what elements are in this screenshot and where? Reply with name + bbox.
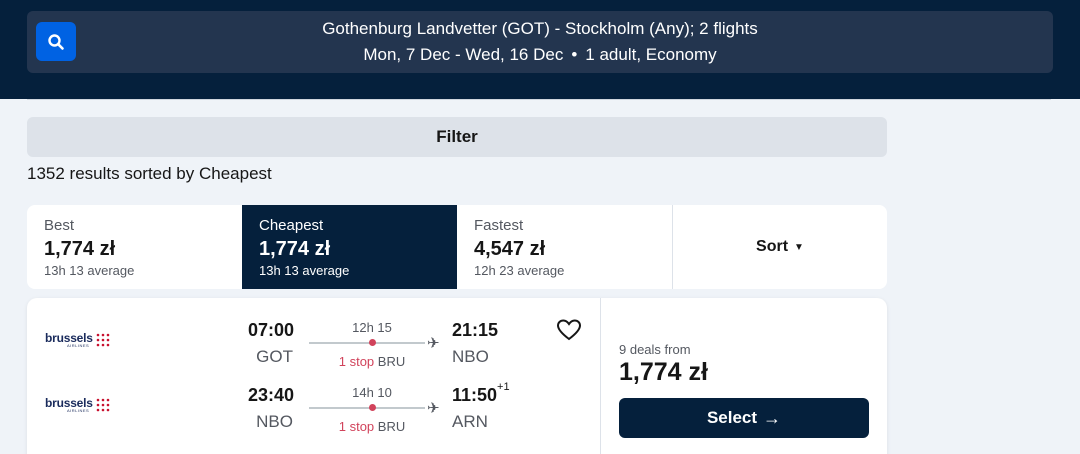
chevron-down-icon: ▼ [794, 241, 804, 253]
date-range: Mon, 7 Dec - Wed, 16 Dec [363, 45, 564, 64]
flight-duration: 12h 15 [352, 320, 392, 335]
arrival-airport: ARN [452, 412, 488, 431]
stop-airport: BRU [377, 419, 406, 434]
sort-button[interactable]: Sort ▼ [672, 205, 887, 289]
brussels-logo-icon [96, 333, 110, 347]
heart-icon[interactable] [556, 318, 582, 342]
arrival-time: 21:15 [452, 320, 498, 341]
flight-duration: 14h 10 [352, 385, 392, 400]
route-line [309, 342, 425, 344]
tab-average: 13h 13 average [44, 263, 135, 278]
return-leg: brussels AIRLINES 23:40 NBO 14h 10 ✈ 1 s… [27, 363, 600, 434]
flight-result-card[interactable]: brussels AIRLINES 07:00 GOT 12h 15 ✈ 1 s… [27, 298, 887, 454]
search-summary[interactable]: Gothenburg Landvetter (GOT) - Stockholm … [27, 11, 1053, 73]
card-divider [600, 298, 601, 454]
airline-sub: AIRLINES [67, 408, 90, 413]
tab-price: 1,774 zł [259, 238, 331, 260]
arrival-time-value: 21:15 [452, 320, 499, 340]
airline-logo: brussels AIRLINES [45, 331, 113, 349]
tab-label: Fastest [474, 217, 524, 234]
stop-marker [369, 339, 376, 346]
tab-price: 4,547 zł [474, 238, 546, 260]
results-summary: 1352 results sorted by Cheapest [27, 164, 272, 183]
header-divider [27, 99, 1051, 100]
tab-label: Best [44, 217, 75, 234]
route-line [309, 407, 425, 409]
select-button[interactable]: Select → [619, 398, 869, 438]
plane-icon: ✈ [427, 335, 440, 352]
brussels-logo-icon [96, 398, 110, 412]
arrival-time-value: 11:50 [452, 385, 498, 405]
trip-details: Mon, 7 Dec - Wed, 16 Dec • 1 adult, Econom… [27, 45, 1053, 65]
departure-time: 23:40 [247, 385, 294, 405]
deals-count: 9 deals from [619, 342, 691, 357]
tab-average: 12h 23 average [474, 263, 565, 278]
departure-time: 07:00 [247, 320, 294, 340]
airline-logo: brussels AIRLINES [45, 396, 113, 414]
tab-label: Cheapest [259, 217, 324, 234]
departure-airport: NBO [256, 412, 293, 431]
sort-label: Sort [756, 238, 789, 255]
separator-dot: • [571, 45, 578, 64]
tab-cheapest[interactable]: Cheapest 1,774 zł 13h 13 average [242, 205, 457, 289]
tab-price: 1,774 zł [44, 238, 116, 260]
stop-marker [369, 404, 376, 411]
tab-best[interactable]: Best 1,774 zł 13h 13 average [27, 205, 242, 289]
arrival-time: 11:50+1 [452, 381, 510, 406]
header: Gothenburg Landvetter (GOT) - Stockholm … [0, 0, 1080, 99]
filter-button[interactable]: Filter [27, 117, 887, 157]
plane-icon: ✈ [427, 400, 440, 417]
stops-info: 1 stop BRU [309, 419, 435, 434]
price: 1,774 zł [619, 358, 708, 386]
select-label: Select [706, 408, 758, 427]
tab-fastest[interactable]: Fastest 4,547 zł 12h 23 average [457, 205, 672, 289]
tab-average: 13h 13 average [259, 263, 350, 278]
arrow-right-icon: → [763, 407, 782, 428]
stop-count: 1 stop [338, 419, 375, 434]
day-offset: +1 [497, 381, 510, 393]
airline-sub: AIRLINES [67, 343, 90, 348]
route-summary: Gothenburg Landvetter (GOT) - Stockholm … [322, 19, 758, 38]
sort-tabs: Best 1,774 zł 13h 13 average Cheapest 1,… [27, 205, 887, 289]
passenger-class: 1 adult, Economy [585, 45, 717, 64]
outbound-leg: brussels AIRLINES 07:00 GOT 12h 15 ✈ 1 s… [27, 298, 600, 369]
